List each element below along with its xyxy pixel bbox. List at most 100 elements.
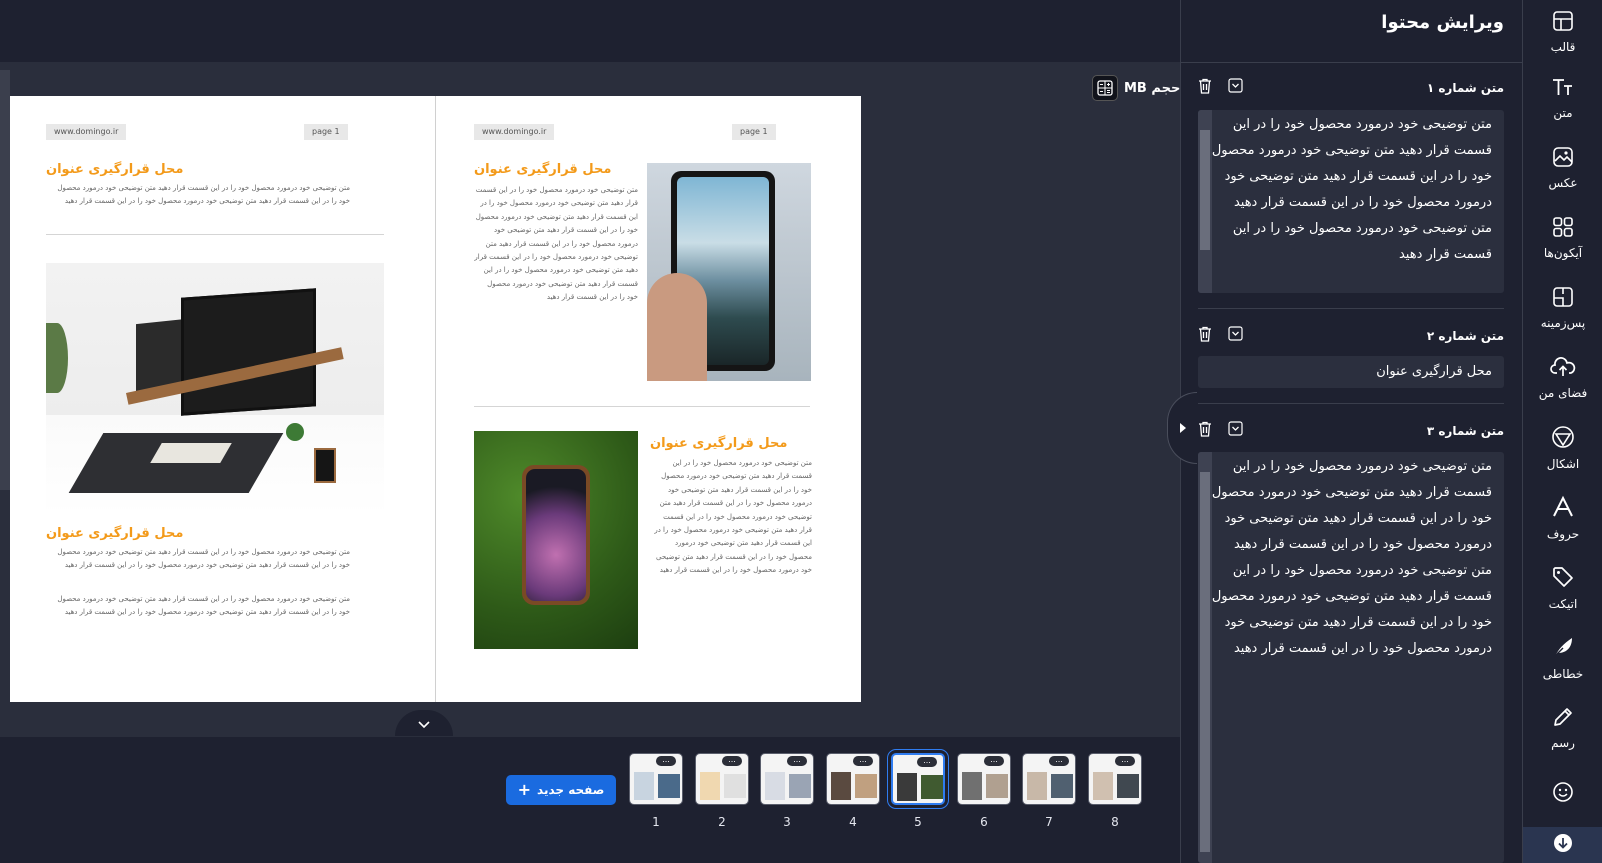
content-edit-panel: ویرایش محتوا متن شماره ۱ متن توضیحی خود …	[1167, 0, 1523, 863]
field-text: متن توضیحی خود درمورد محصول خود را در ای…	[1211, 117, 1492, 262]
rail-item-background[interactable]: پس‌زمینه	[1523, 276, 1602, 340]
page-number-chip: page 1	[304, 124, 348, 140]
rail-item-label: عکس	[1548, 176, 1578, 190]
icons-grid-icon	[1552, 216, 1574, 242]
page-thumbnail-number: 1	[652, 815, 660, 829]
new-page-label: صفحه جدید	[537, 783, 605, 797]
field-header-1: متن شماره ۱	[1198, 74, 1504, 102]
collapse-field-icon[interactable]	[1228, 78, 1243, 98]
rail-item-label: اتیکت	[1548, 597, 1578, 611]
page-thumbnail-number: 4	[849, 815, 857, 829]
page-thumbnail[interactable]: ...	[957, 753, 1011, 805]
field-label: متن شماره ۱	[1426, 81, 1504, 95]
pencil-icon	[1552, 706, 1574, 732]
thumbnail-menu-icon[interactable]: ...	[917, 757, 937, 767]
textarea-scrollbar[interactable]	[1198, 452, 1212, 863]
thumbnail-menu-icon[interactable]: ...	[853, 756, 873, 766]
rail-item-feather[interactable]: خطاطی	[1523, 626, 1602, 690]
thumbnail-menu-icon[interactable]: ...	[1049, 756, 1069, 766]
rail-item-template[interactable]: قالب	[1523, 0, 1602, 64]
rail-scroll-down-button[interactable]	[1523, 827, 1602, 863]
field-textarea-3[interactable]: متن توضیحی خود درمورد محصول خود را در ای…	[1198, 452, 1504, 863]
page-heading[interactable]: محل قرارگیری عنوان	[46, 162, 183, 177]
rail-item-shapes[interactable]: اشکال	[1523, 416, 1602, 480]
divider-line	[46, 234, 384, 235]
new-page-button[interactable]: صفحه جدید +	[506, 775, 616, 805]
collapse-field-icon[interactable]	[1228, 421, 1243, 441]
page-thumbnail[interactable]: ...	[695, 753, 749, 805]
rail-item-label: خطاطی	[1542, 667, 1584, 681]
page-left[interactable]: www.domingo.ir page 1 محل قرارگیری عنوان…	[10, 96, 435, 702]
page-paragraph[interactable]: متن توضیحی خود درمورد محصول خود را در ای…	[46, 546, 350, 586]
tool-rail: قالب متن عکس آیکون‌ها پس‌زمینه فضای من اشکال حر…	[1522, 0, 1602, 863]
page-right[interactable]: www.domingo.ir page 1 محل قرارگیری عنوان…	[435, 96, 860, 702]
caret-right-icon	[1179, 419, 1187, 438]
page-thumbnail[interactable]: ...	[888, 750, 948, 808]
field-header-3: متن شماره ۳	[1198, 417, 1504, 445]
rail-item-label: رسم	[1551, 736, 1575, 750]
page-heading[interactable]: محل قرارگیری عنوان	[650, 436, 787, 451]
rail-item-label: پس‌زمینه	[1540, 316, 1586, 330]
file-size-indicator[interactable]: حجم MB	[1092, 74, 1180, 102]
page-heading[interactable]: محل قرارگیری عنوان	[474, 162, 611, 177]
page-spread[interactable]: www.domingo.ir page 1 محل قرارگیری عنوان…	[10, 96, 861, 702]
thumbnail-menu-icon[interactable]: ...	[722, 756, 742, 766]
rail-item-image[interactable]: عکس	[1523, 136, 1602, 200]
page-paragraph[interactable]: متن توضیحی خود درمورد محصول خود را در ای…	[650, 457, 812, 659]
editor-app: حجم MB www.domingo.ir page 1 محل قرارگیر…	[0, 0, 1602, 863]
page-paragraph[interactable]: متن توضیحی خود درمورد محصول خود را در ای…	[46, 182, 350, 224]
calculator-icon[interactable]	[1092, 75, 1118, 101]
desk-photo[interactable]	[46, 263, 384, 516]
thumbnail-menu-icon[interactable]: ...	[656, 756, 676, 766]
page-heading[interactable]: محل قرارگیری عنوان	[46, 526, 183, 541]
trash-icon[interactable]	[1198, 421, 1212, 441]
page-number-chip: page 1	[732, 124, 776, 140]
trash-icon[interactable]	[1198, 78, 1212, 98]
page-paragraph[interactable]: متن توضیحی خود درمورد محصول خود را در ای…	[474, 184, 638, 384]
tag-icon	[1551, 565, 1575, 593]
rail-item-letters[interactable]: حروف	[1523, 486, 1602, 550]
thumbnail-menu-icon[interactable]: ...	[1115, 756, 1135, 766]
page-thumbnail-number: 8	[1111, 815, 1119, 829]
collapse-field-icon[interactable]	[1228, 326, 1243, 346]
plus-icon: +	[517, 780, 532, 799]
rail-item-cloud-upload[interactable]: فضای من	[1523, 346, 1602, 410]
rail-item-label: متن	[1553, 106, 1573, 120]
rail-item-icons-grid[interactable]: آیکون‌ها	[1523, 206, 1602, 270]
rail-item-tag[interactable]: اتیکت	[1523, 556, 1602, 620]
thumbnail-menu-icon[interactable]: ...	[984, 756, 1004, 766]
field-textarea-1[interactable]: متن توضیحی خود درمورد محصول خود را در ای…	[1198, 110, 1504, 293]
page-thumbnail[interactable]: ...	[826, 753, 880, 805]
field-text: متن توضیحی خود درمورد محصول خود را در ای…	[1211, 459, 1492, 656]
page-thumbnail[interactable]: ...	[629, 753, 683, 805]
trash-icon[interactable]	[1198, 326, 1212, 346]
field-divider	[1198, 308, 1504, 309]
phone-mountain-photo[interactable]	[647, 163, 811, 381]
site-url-chip: www.domingo.ir	[46, 124, 127, 140]
panel-header-divider	[1181, 62, 1523, 63]
canvas-scrollbar[interactable]	[0, 70, 10, 490]
letters-icon	[1551, 495, 1575, 523]
rail-item-text[interactable]: متن	[1523, 66, 1602, 130]
canvas-top-bar	[0, 0, 1180, 62]
phone-grass-photo[interactable]	[474, 431, 638, 649]
field-divider	[1198, 403, 1504, 404]
field-input-2[interactable]: محل قرارگیری عنوان	[1198, 356, 1504, 388]
rail-item-label: اشکال	[1546, 457, 1580, 471]
image-icon	[1552, 146, 1574, 172]
page-thumbnail[interactable]: ...	[1022, 753, 1076, 805]
thumbnail-menu-icon[interactable]: ...	[787, 756, 807, 766]
page-thumbnail[interactable]: ...	[1088, 753, 1142, 805]
textarea-scrollbar[interactable]	[1198, 110, 1212, 293]
cloud-upload-icon	[1550, 356, 1576, 382]
page-thumbnail[interactable]: ...	[760, 753, 814, 805]
rail-item-label: حروف	[1546, 527, 1580, 541]
page-thumbnail-number: 5	[914, 815, 922, 829]
background-icon	[1552, 286, 1574, 312]
page-thumbnail-number: 6	[980, 815, 988, 829]
page-thumbnail-number: 3	[783, 815, 791, 829]
rail-item-pencil[interactable]: رسم	[1523, 696, 1602, 760]
arrow-down-circle-icon	[1553, 833, 1573, 857]
page-paragraph[interactable]: متن توضیحی خود درمورد محصول خود را در ای…	[46, 593, 350, 633]
rail-item-emoji[interactable]	[1523, 762, 1602, 826]
